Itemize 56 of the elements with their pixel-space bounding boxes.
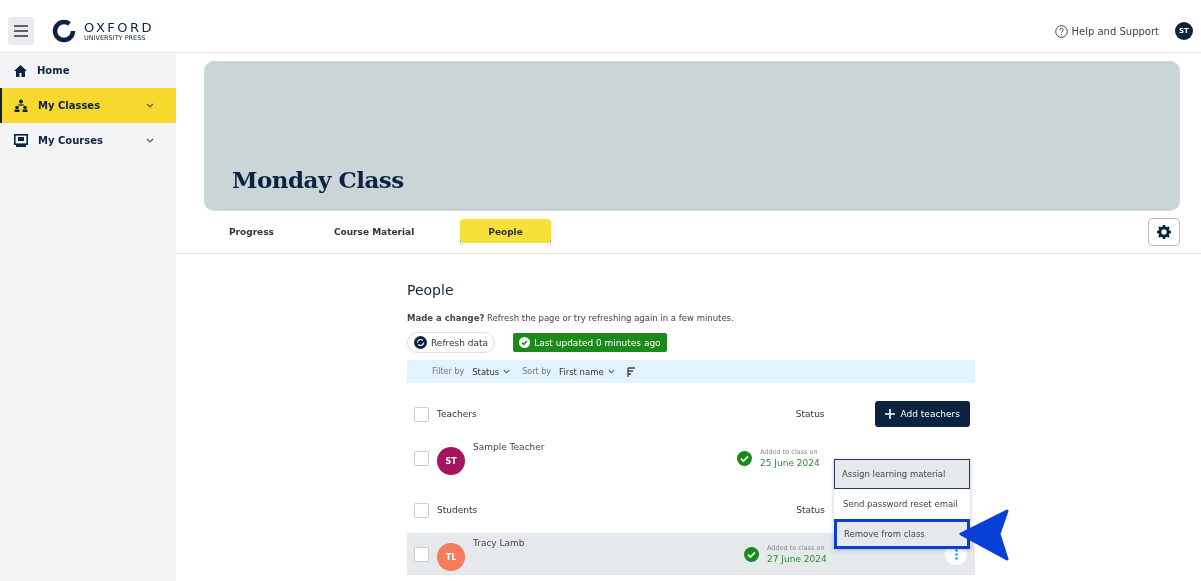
- sidebar-item[interactable]: My Courses: [0, 123, 176, 158]
- initials-avatar: TL: [437, 543, 465, 571]
- column-heading: Status: [795, 409, 825, 419]
- add-teachers-button[interactable]: Add teachers: [874, 401, 970, 427]
- filter-label: Filter by: [432, 367, 465, 376]
- chevron-down-icon: [146, 138, 154, 143]
- plus-icon: [884, 409, 895, 419]
- refresh-button[interactable]: Refresh data: [407, 332, 496, 353]
- check-icon: [519, 337, 531, 348]
- checkbox[interactable]: [414, 406, 429, 422]
- member-name[interactable]: Sample Teacher: [473, 442, 545, 452]
- initials-avatar: ST: [437, 447, 465, 475]
- pointer-arrow-icon: [959, 509, 1011, 561]
- chevron-down-icon: [607, 369, 615, 374]
- filter-dropdown[interactable]: Status: [472, 366, 515, 377]
- notice-text: Made a change? Refresh the page or try refreshing again in a few minutes.: [407, 313, 735, 323]
- settings-icon: [1157, 225, 1171, 239]
- sidebar-item[interactable]: My Classes: [0, 88, 176, 123]
- check-circle-icon: [744, 546, 759, 562]
- menu-item[interactable]: Assign learning material: [834, 459, 970, 489]
- home-icon: [14, 64, 27, 77]
- column-heading: Status: [796, 505, 825, 515]
- help-link[interactable]: Help and Support: [1071, 25, 1159, 37]
- checkbox[interactable]: [414, 546, 429, 562]
- checkbox[interactable]: [414, 450, 429, 466]
- tab[interactable]: Progress: [215, 219, 288, 245]
- menu-button[interactable]: [8, 17, 34, 45]
- people-icon: [14, 99, 28, 112]
- group-heading: Students: [437, 505, 478, 515]
- refresh-icon: [414, 336, 427, 349]
- help-icon: [1054, 24, 1068, 38]
- menu-icon: [14, 25, 28, 37]
- more-icon: [954, 548, 958, 560]
- ring-logo-icon: [52, 19, 76, 43]
- menu-item[interactable]: Send password reset email: [834, 489, 970, 519]
- added-date: 25 June 2024: [760, 458, 821, 468]
- section-title: People: [407, 282, 455, 300]
- status-text: Last updated 0 minutes ago: [534, 337, 661, 348]
- chevron-down-icon: [503, 369, 511, 374]
- settings-button[interactable]: [1148, 218, 1180, 246]
- member-name[interactable]: Tracy Lamb: [473, 538, 525, 548]
- monitor-icon: [14, 134, 28, 147]
- menu-item[interactable]: Remove from class: [834, 519, 970, 549]
- chevron-down-icon: [146, 103, 154, 108]
- brand-name: OXFORD: [84, 20, 155, 34]
- check-circle-icon: [737, 450, 752, 466]
- sort-order-icon[interactable]: [626, 366, 636, 377]
- tab[interactable]: People: [460, 219, 551, 245]
- added-date: 27 June 2024: [767, 554, 828, 564]
- class-title: Monday Class: [232, 166, 404, 193]
- sort-label: Sort by: [522, 367, 552, 376]
- sidebar-item[interactable]: Home: [0, 53, 176, 88]
- group-heading: Teachers: [437, 409, 477, 419]
- tab[interactable]: Course Material: [319, 219, 429, 245]
- checkbox[interactable]: [414, 502, 429, 518]
- sort-dropdown[interactable]: First name: [559, 366, 619, 377]
